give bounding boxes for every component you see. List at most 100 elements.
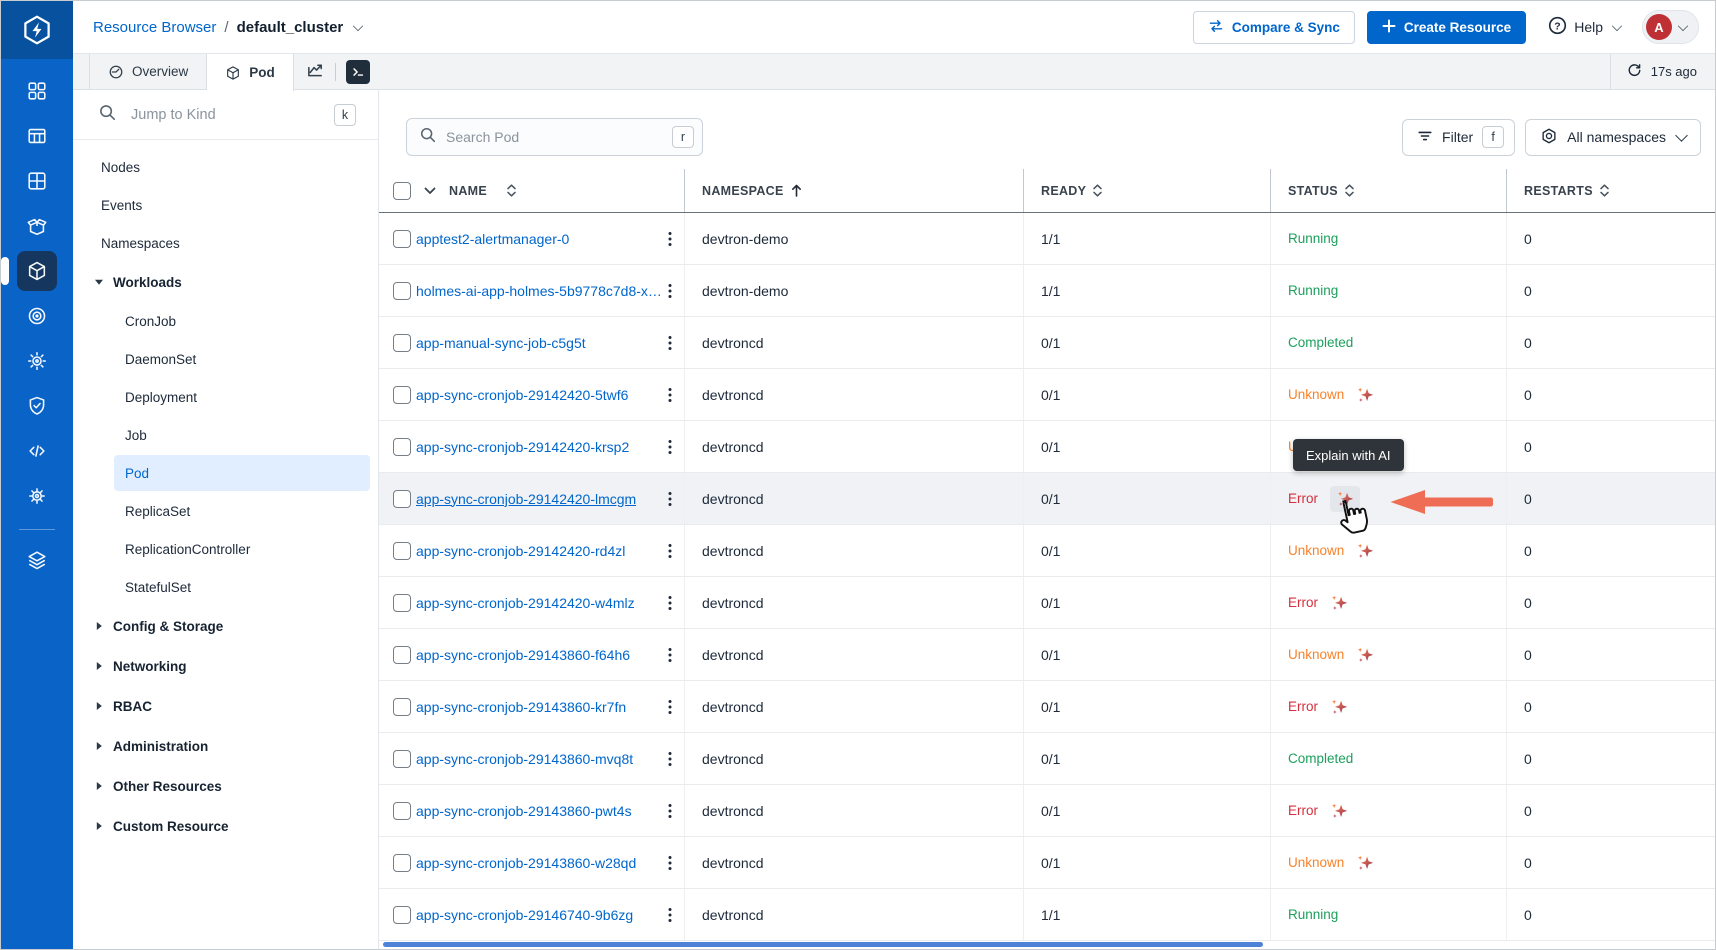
tab-pod[interactable]: Pod: [207, 54, 294, 91]
column-header-status[interactable]: STATUS: [1270, 169, 1506, 212]
cluster-icon[interactable]: [17, 341, 57, 381]
pod-name-link[interactable]: app-sync-cronjob-29142420-krsp2: [416, 439, 629, 455]
bulk-select-chevron-icon[interactable]: [424, 187, 436, 195]
kebab-menu-icon[interactable]: [668, 595, 672, 611]
pod-name-link[interactable]: app-sync-cronjob-29143860-w28qd: [416, 855, 636, 871]
row-checkbox[interactable]: [393, 282, 411, 300]
row-checkbox[interactable]: [393, 386, 411, 404]
row-checkbox[interactable]: [393, 542, 411, 560]
create-resource-button[interactable]: Create Resource: [1367, 11, 1526, 44]
pod-name-link[interactable]: app-sync-cronjob-29143860-pwt4s: [416, 803, 632, 819]
ai-sparkle-icon[interactable]: [1356, 386, 1374, 404]
security-shield-icon[interactable]: [17, 386, 57, 426]
kebab-menu-icon[interactable]: [668, 855, 672, 871]
row-checkbox[interactable]: [393, 334, 411, 352]
pod-search-box[interactable]: r: [406, 118, 703, 156]
column-header-ready[interactable]: READY: [1023, 169, 1270, 212]
sidebar-item-pod[interactable]: Pod: [73, 454, 378, 492]
select-all-checkbox[interactable]: [393, 182, 411, 200]
row-checkbox[interactable]: [393, 594, 411, 612]
pod-name-link[interactable]: app-sync-cronjob-29142420-rd4zl: [416, 543, 625, 559]
pod-name-link[interactable]: app-sync-cronjob-29146740-9b6zg: [416, 907, 633, 923]
chart-store-icon[interactable]: [17, 206, 57, 246]
column-header-restarts[interactable]: RESTARTS: [1506, 169, 1715, 212]
settings-gear-icon[interactable]: [17, 476, 57, 516]
row-checkbox[interactable]: [393, 646, 411, 664]
row-checkbox[interactable]: [393, 802, 411, 820]
column-header-namespace[interactable]: NAMESPACE: [684, 169, 1023, 212]
horizontal-scrollbar[interactable]: [383, 942, 1263, 947]
pod-name-link[interactable]: app-sync-cronjob-29142420-w4mlz: [416, 595, 635, 611]
ai-sparkle-icon[interactable]: [1330, 698, 1348, 716]
sidebar-item-replicationcontroller[interactable]: ReplicationController: [73, 530, 378, 568]
sidebar-item-cronjob[interactable]: CronJob: [73, 302, 378, 340]
stack-manager-icon[interactable]: [17, 540, 57, 580]
ai-sparkle-icon[interactable]: [1330, 594, 1348, 612]
row-checkbox[interactable]: [393, 698, 411, 716]
kebab-menu-icon[interactable]: [668, 439, 672, 455]
sidebar-group-workloads[interactable]: Workloads: [73, 262, 378, 302]
devtron-logo[interactable]: [1, 1, 73, 59]
sidebar-group-networking[interactable]: Networking: [73, 646, 378, 686]
kebab-menu-icon[interactable]: [668, 647, 672, 663]
ai-sparkle-icon[interactable]: [1356, 542, 1374, 560]
metrics-chart-icon[interactable]: [306, 60, 325, 84]
pod-name-link[interactable]: app-sync-cronjob-29142420-5twf6: [416, 387, 628, 403]
sidebar-group-config-storage[interactable]: Config & Storage: [73, 606, 378, 646]
pod-search-input[interactable]: [446, 129, 672, 145]
pod-name-link[interactable]: apptest2-alertmanager-0: [416, 231, 569, 247]
kebab-menu-icon[interactable]: [668, 543, 672, 559]
kebab-menu-icon[interactable]: [668, 231, 672, 247]
sidebar-item-deployment[interactable]: Deployment: [73, 378, 378, 416]
pod-name-link[interactable]: app-manual-sync-job-c5g5t: [416, 335, 586, 351]
kebab-menu-icon[interactable]: [668, 907, 672, 923]
namespace-selector[interactable]: All namespaces: [1525, 119, 1701, 156]
sidebar-item-daemonset[interactable]: DaemonSet: [73, 340, 378, 378]
kebab-menu-icon[interactable]: [668, 283, 672, 299]
jobs-table-icon[interactable]: [17, 116, 57, 156]
kebab-menu-icon[interactable]: [668, 387, 672, 403]
pod-name-link[interactable]: app-sync-cronjob-29143860-f64h6: [416, 647, 630, 663]
sidebar-item-replicaset[interactable]: ReplicaSet: [73, 492, 378, 530]
kebab-menu-icon[interactable]: [668, 803, 672, 819]
app-groups-icon[interactable]: [17, 161, 57, 201]
compare-sync-button[interactable]: Compare & Sync: [1193, 11, 1355, 44]
kebab-menu-icon[interactable]: [668, 699, 672, 715]
pod-name-link[interactable]: app-sync-cronjob-29143860-mvq8t: [416, 751, 633, 767]
pod-name-link[interactable]: holmes-ai-app-holmes-5b9778c7d8-xvhnh: [416, 283, 668, 299]
pod-name-link[interactable]: app-sync-cronjob-29143860-kr7fn: [416, 699, 626, 715]
breadcrumb-resource-browser[interactable]: Resource Browser: [93, 19, 216, 36]
row-checkbox[interactable]: [393, 750, 411, 768]
kebab-menu-icon[interactable]: [668, 491, 672, 507]
jump-to-kind-search[interactable]: Jump to Kind k: [73, 90, 378, 140]
terminal-button[interactable]: [346, 60, 370, 84]
sidebar-item-nodes[interactable]: Nodes: [73, 148, 378, 186]
sidebar-item-namespaces[interactable]: Namespaces: [73, 224, 378, 262]
filter-button[interactable]: Filter f: [1402, 119, 1515, 156]
row-checkbox[interactable]: [393, 230, 411, 248]
sidebar-item-statefulset[interactable]: StatefulSet: [73, 568, 378, 606]
ai-sparkle-icon[interactable]: [1356, 646, 1374, 664]
cluster-chevron-down-icon[interactable]: [353, 20, 363, 30]
code-icon[interactable]: [17, 431, 57, 471]
applications-grid-icon[interactable]: [17, 71, 57, 111]
row-checkbox[interactable]: [393, 906, 411, 924]
sidebar-group-custom-resource[interactable]: Custom Resource: [73, 806, 378, 846]
pod-name-link[interactable]: app-sync-cronjob-29142420-lmcgm: [416, 491, 636, 507]
ai-sparkle-icon[interactable]: [1356, 854, 1374, 872]
ai-sparkle-icon[interactable]: [1330, 802, 1348, 820]
column-header-name[interactable]: NAME: [379, 169, 684, 212]
sidebar-group-rbac[interactable]: RBAC: [73, 686, 378, 726]
refresh-status[interactable]: 17s ago: [1610, 54, 1715, 89]
kebab-menu-icon[interactable]: [668, 335, 672, 351]
row-checkbox[interactable]: [393, 438, 411, 456]
row-checkbox[interactable]: [393, 490, 411, 508]
release-target-icon[interactable]: [17, 296, 57, 336]
tab-overview[interactable]: Overview: [89, 54, 207, 89]
kebab-menu-icon[interactable]: [668, 751, 672, 767]
row-checkbox[interactable]: [393, 854, 411, 872]
user-menu[interactable]: A: [1642, 10, 1699, 44]
help-menu[interactable]: ? Help: [1548, 16, 1622, 38]
resource-browser-icon[interactable]: [17, 251, 57, 291]
sidebar-item-events[interactable]: Events: [73, 186, 378, 224]
